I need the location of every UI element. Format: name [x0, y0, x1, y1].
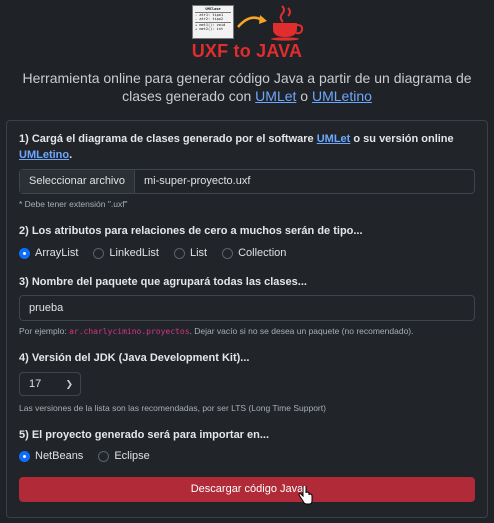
radio-arraylist[interactable]: ArrayList	[19, 247, 78, 259]
radio-netbeans[interactable]: NetBeans	[19, 450, 83, 462]
package-name-input[interactable]: prueba	[19, 295, 475, 321]
radio-dot[interactable]	[98, 450, 110, 462]
jdk-version-select[interactable]: 17 ❯	[19, 372, 81, 396]
step3-hint: Por ejemplo: ar.charlycimino.proyectos. …	[19, 326, 414, 336]
uml-class-icon: UMClase - atr1: tipo1 - atr2: tipo2 + me…	[192, 5, 234, 39]
radio-dot[interactable]	[19, 247, 30, 259]
radio-collection[interactable]: Collection	[222, 247, 286, 259]
arrow-icon	[237, 15, 267, 28]
file-input[interactable]: Seleccionar archivo mi-super-proyecto.ux…	[19, 169, 475, 194]
radio-dot[interactable]	[93, 247, 105, 259]
hand-cursor-icon	[298, 486, 313, 505]
radio-dot[interactable]	[173, 247, 185, 259]
select-file-button[interactable]: Seleccionar archivo	[20, 170, 135, 193]
radio-list[interactable]: List	[173, 247, 207, 259]
step1-hint: * Debe tener extensión ".uxf"	[19, 199, 128, 209]
radio-dot[interactable]	[19, 450, 30, 462]
form-card: 1) Cargá el diagrama de clases generado …	[6, 120, 488, 518]
step1-umletino-link[interactable]: UMLetino	[19, 149, 69, 161]
header: UMClase - atr1: tipo1 - atr2: tipo2 + me…	[0, 0, 494, 110]
app-subtitle: Herramienta online para generar código J…	[22, 70, 472, 104]
chevron-down-icon: ❯	[65, 379, 73, 389]
step4-label: 4) Versión del JDK (Java Development Kit…	[19, 352, 250, 364]
app-title: UXF to JAVA	[191, 41, 303, 61]
step1-umlet-link[interactable]: UMLet	[317, 133, 351, 145]
collection-type-radios: ArrayList LinkedList List Collection	[19, 247, 301, 259]
java-cup-icon	[271, 5, 304, 41]
download-button[interactable]: Descargar código Java	[19, 477, 475, 502]
step5-label: 5) El proyecto generado será para import…	[19, 429, 270, 441]
step4-hint: Las versiones de la lista son las recome…	[19, 403, 326, 413]
radio-dot[interactable]	[222, 247, 234, 259]
ide-radios: NetBeans Eclipse	[19, 450, 165, 462]
step3-label: 3) Nombre del paquete que agrupará todas…	[19, 276, 307, 288]
umlet-link[interactable]: UMLet	[255, 88, 296, 104]
radio-eclipse[interactable]: Eclipse	[98, 450, 150, 462]
radio-linkedlist[interactable]: LinkedList	[93, 247, 159, 259]
logo: UMClase - atr1: tipo1 - atr2: tipo2 + me…	[190, 3, 304, 41]
step1-label: 1) Cargá el diagrama de clases generado …	[19, 133, 454, 161]
step2-label: 2) Los atributos para relaciones de cero…	[19, 225, 363, 237]
umletino-link[interactable]: UMLetino	[312, 88, 372, 104]
selected-file-name: mi-super-proyecto.uxf	[144, 175, 251, 187]
